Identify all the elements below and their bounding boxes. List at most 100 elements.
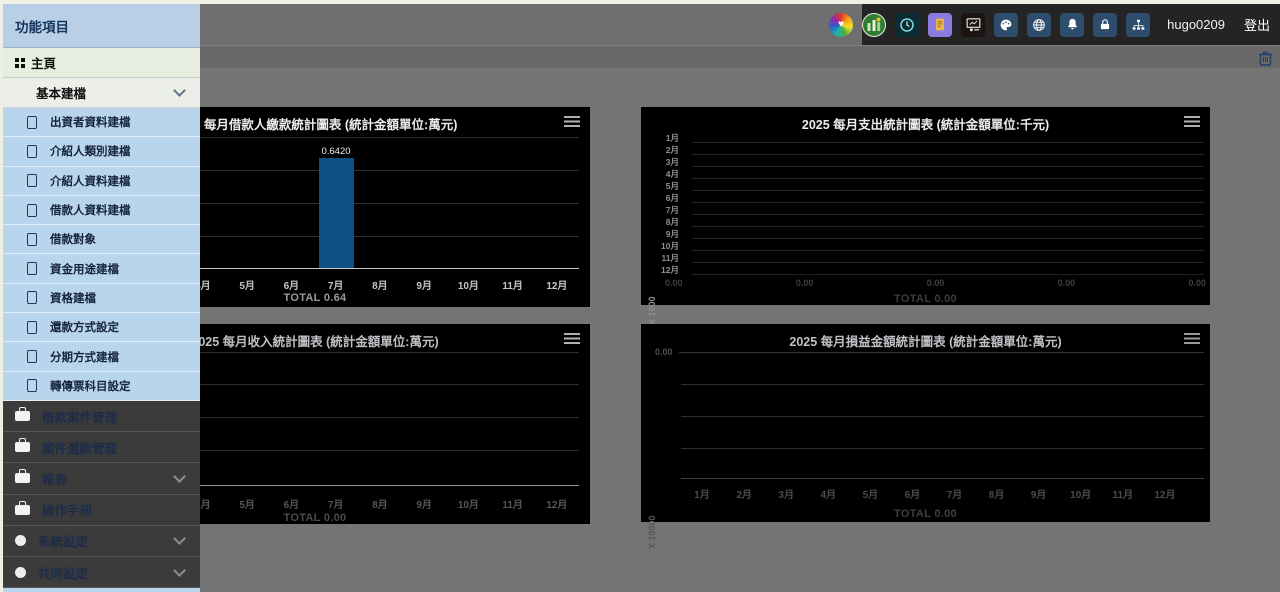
presentation-icon[interactable] [961,13,985,37]
sidebar-title: 功能項目 [3,4,200,48]
globe-icon[interactable] [1027,13,1051,37]
x-tick-label: 10月 [1060,486,1102,501]
sidebar-item[interactable]: 還款方式設定 [3,313,200,342]
x-tick-label: 11月 [491,277,535,292]
x-tick-label: 6月 [269,277,313,292]
chart-total: TOTAL 0.00 [641,508,1210,520]
clock-icon[interactable] [895,13,919,37]
category-row: 12月 [653,263,1204,275]
topbar-icons: ♥ [829,13,1150,37]
sidebar-item[interactable]: 資格建檔 [3,284,200,313]
form-icon [27,145,37,158]
x-tick-label: 5月 [849,486,891,501]
x-tick-label: 2月 [723,486,765,501]
bell-icon[interactable] [1060,13,1084,37]
x-tick-label: 6月 [269,496,313,511]
form-icon [27,174,37,187]
sidebar-item[interactable]: 主頁 [3,48,200,78]
sidebar-item[interactable]: 共同設定 [3,557,200,588]
x-tick-label: 0.00 [796,278,814,288]
y-tick-label: 6月 [653,193,679,203]
x-tick-label: 6月 [891,486,933,501]
username[interactable]: hugo0209 [1167,17,1225,32]
chart-menu-icon[interactable] [564,333,580,344]
sidebar-item-label: 資格建檔 [50,290,96,306]
category-row: 7月 [653,203,1204,215]
category-row: 9月 [653,227,1204,239]
x-tick-label: 0.00 [1058,278,1076,288]
chart-menu-icon[interactable] [1184,116,1200,127]
y-tick-label: 9月 [653,229,679,239]
x-tick-label: 5月 [225,496,269,511]
category-row: 1月 [653,131,1204,143]
sidebar: 功能項目 主頁基本建檔出資者資料建檔介紹人類別建檔介紹人資料建檔借款人資料建檔借… [0,4,200,592]
x-tick-label: 7月 [933,486,975,501]
sidebar-item[interactable]: 借款案件管理 [3,401,200,432]
x-tick-label: 10月 [446,496,490,511]
sidebar-item[interactable]: 介紹人類別建檔 [3,137,200,166]
chart-panel-expenses: 2025 每月支出統計圖表 (統計金額單位:千元) X 1000 1月2月3月4… [641,107,1210,305]
chevron-down-icon [173,470,186,483]
category-row: 2月 [653,143,1204,155]
july-bar[interactable] [319,158,354,268]
trash-icon[interactable] [1258,50,1273,66]
briefcase-icon [15,505,30,515]
category-row: 5月 [653,179,1204,191]
chevron-down-icon [173,84,186,97]
sidebar-item[interactable]: 案件還款管理 [3,432,200,463]
sidebar-item[interactable]: 資金用途建檔 [3,254,200,283]
colorful-globe-icon[interactable]: ♥ [829,13,853,37]
x-tick-label: 0.00 [1188,278,1206,288]
sidebar-item-label: 轉傳票科目設定 [50,378,131,394]
gridline [692,238,1204,239]
sidebar-item[interactable]: 分期方式建檔 [3,342,200,371]
y-tick-label: 8月 [653,217,679,227]
sidebar-item-label: 共同設定 [38,563,88,582]
x-tick-label: 7月 [314,496,358,511]
chart-menu-icon[interactable] [1184,333,1200,344]
lock-icon[interactable] [1093,13,1117,37]
sidebar-item[interactable]: 操作手冊 [3,495,200,526]
x-axis-ticks: 0.00 0.00 0.00 0.00 0.00 [665,278,1206,288]
sidebar-item-label: 操作手冊 [42,500,92,519]
sidebar-item-label: 還款方式設定 [50,319,119,335]
scroll-icon[interactable] [928,13,952,37]
logout-button[interactable]: 登出 [1244,15,1270,34]
sidebar-item[interactable]: 系統設定 [3,526,200,557]
sidebar-item[interactable]: 報表 [3,463,200,494]
sidebar-item[interactable]: 基本建檔 [3,78,200,108]
gridline [681,384,1204,385]
x-tick-label: 8月 [358,496,402,511]
x-axis-labels: 1月2月3月4月5月6月7月8月9月10月11月12月 [681,486,1186,501]
circle-icon [15,567,26,578]
briefcase-icon [15,442,30,452]
sidebar-item[interactable]: 借款對象 [3,225,200,254]
x-tick-label: 0.00 [927,278,945,288]
green-bank-icon[interactable] [862,13,886,37]
gridline [692,190,1204,191]
gridline [692,166,1204,167]
x-tick-label: 0.00 [665,278,683,288]
gridline [692,226,1204,227]
sitemap-icon[interactable] [1126,13,1150,37]
form-icon [27,379,37,392]
sidebar-item[interactable]: 借款人資料建檔 [3,196,200,225]
x-tick-label: 12月 [1144,486,1186,501]
palette-icon[interactable] [994,13,1018,37]
chevron-down-icon [173,532,186,545]
sidebar-item-label: 主頁 [31,53,56,72]
briefcase-icon [15,473,30,483]
sidebar-item[interactable]: 介紹人資料建檔 [3,167,200,196]
x-tick-label: 10月 [446,277,490,292]
chart-menu-icon[interactable] [564,116,580,127]
form-icon [27,291,37,304]
sidebar-item[interactable]: 轉傳票科目設定 [3,372,200,401]
form-icon [27,233,37,246]
sidebar-item-label: 案件還款管理 [42,438,117,457]
x-tick-label: 3月 [765,486,807,501]
form-icon [27,204,37,217]
y-tick-label: 12月 [653,265,679,275]
sidebar-item[interactable]: 出資者資料建檔 [3,108,200,137]
circle-icon [15,535,26,546]
y-tick-label: 3月 [653,157,679,167]
